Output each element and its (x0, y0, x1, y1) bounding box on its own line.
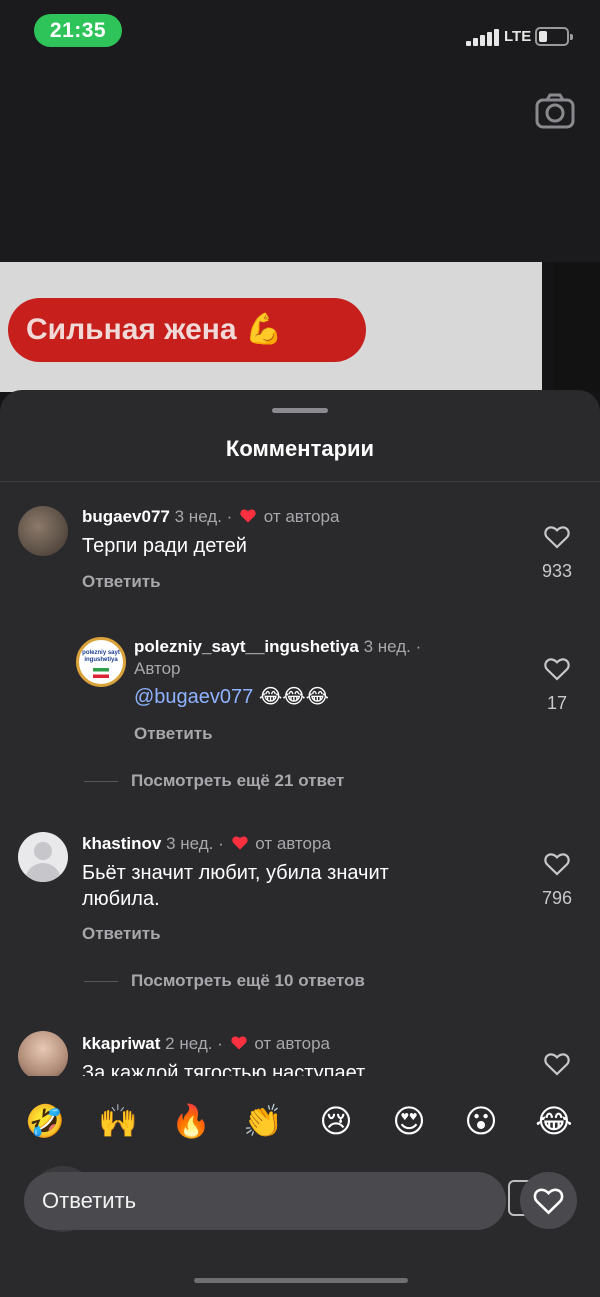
mention-link[interactable]: @bugaev077 (134, 686, 253, 708)
avatar[interactable]: polezniy sayt ingushetiya (76, 637, 126, 687)
heart-icon (231, 836, 248, 850)
network-label: LTE (504, 28, 532, 45)
sheet-drag-handle[interactable] (272, 408, 328, 413)
reply-time: 3 нед. · (363, 637, 422, 656)
reply-emojis: 😂😂😂 (258, 686, 329, 708)
reply-button[interactable]: Ответить (82, 924, 161, 944)
reply-text: @bugaev077 😂😂😂 (134, 684, 329, 710)
like-control[interactable]: 796 (532, 852, 582, 909)
status-bar: 21:35 LTE (0, 0, 600, 62)
author-badge: от автора (254, 1034, 330, 1053)
reply-role: Автор (134, 659, 181, 678)
comment-text: Терпи ради детей (82, 535, 247, 557)
video-banner: Сильная жена 💪 (8, 298, 366, 362)
comment-time: 3 нед. (174, 507, 222, 526)
divider (84, 981, 118, 982)
heart-outline-icon (544, 853, 570, 876)
comment-username[interactable]: bugaev077 (82, 507, 170, 526)
heart-outline-icon (544, 1053, 570, 1076)
comment-time: 2 нед. (165, 1034, 213, 1053)
avatar[interactable] (18, 506, 68, 556)
reply-button[interactable]: Ответить (134, 724, 213, 744)
emoji-joy[interactable]: 😂 (531, 1098, 577, 1144)
avatar[interactable] (18, 832, 68, 882)
avatar-logo-text: polezniy sayt ingushetiya (82, 650, 120, 663)
like-count: 933 (541, 561, 573, 581)
comment-username[interactable]: kkapriwat (82, 1034, 160, 1053)
emoji-cry[interactable]: 😢 (313, 1098, 359, 1144)
like-count: 17 (546, 693, 568, 713)
like-count: 796 (541, 888, 573, 908)
status-time: 21:35 (34, 14, 122, 47)
reply-input[interactable]: Ответить (24, 1172, 506, 1230)
avatar[interactable] (18, 1031, 68, 1081)
author-badge: от автора (255, 834, 331, 853)
sheet-title: Комментарии (225, 436, 375, 461)
emoji-rofl[interactable]: 🤣 (22, 1098, 68, 1144)
emoji-fire[interactable]: 🔥 (168, 1098, 214, 1144)
heart-icon (240, 509, 256, 523)
heart-icon (230, 1036, 247, 1050)
emoji-surprised[interactable]: 😮 (458, 1098, 504, 1144)
emoji-bar: 🤣 🙌 🔥 👏 😢 😍 😮 😂 (0, 1098, 600, 1144)
emoji-clap[interactable]: 👏 (240, 1098, 286, 1144)
divider (84, 781, 118, 782)
like-control[interactable]: 17 (532, 657, 582, 714)
author-badge: от автора (263, 507, 340, 526)
reply-username[interactable]: polezniy_sayt__ingushetiya (134, 637, 359, 656)
video-edge (554, 262, 600, 392)
like-control[interactable] (532, 1052, 582, 1076)
comment-text: Бьёт значит любит, убила значит любила. (82, 862, 389, 910)
reply-meta: polezniy_sayt__ingushetiya 3 нед. · (134, 637, 421, 657)
signal-icon (466, 28, 502, 46)
reply-button[interactable]: Ответить (82, 572, 161, 592)
heart-outline-icon (533, 1188, 564, 1215)
comment-time: 3 нед. (166, 834, 214, 853)
comment-meta: bugaev077 3 нед. · от автора (82, 507, 340, 526)
heart-outline-icon (544, 526, 570, 549)
view-more-replies[interactable]: Посмотреть ещё 10 ответов (131, 971, 365, 991)
home-indicator[interactable] (194, 1278, 408, 1283)
emoji-heart-eyes[interactable]: 😍 (386, 1098, 432, 1144)
view-more-replies[interactable]: Посмотреть ещё 21 ответ (131, 771, 344, 791)
comment-meta: khastinov 3 нед. · от автора (82, 834, 331, 853)
like-control[interactable]: 933 (532, 525, 582, 582)
emoji-raised-hands[interactable]: 🙌 (95, 1098, 141, 1144)
comment-username[interactable]: khastinov (82, 834, 161, 853)
heart-outline-icon (544, 658, 570, 681)
divider (0, 481, 600, 482)
like-button[interactable] (520, 1172, 577, 1229)
camera-icon[interactable] (534, 92, 576, 130)
battery-icon (535, 27, 573, 46)
comment-meta: kkapriwat 2 нед. · от автора (82, 1034, 330, 1053)
